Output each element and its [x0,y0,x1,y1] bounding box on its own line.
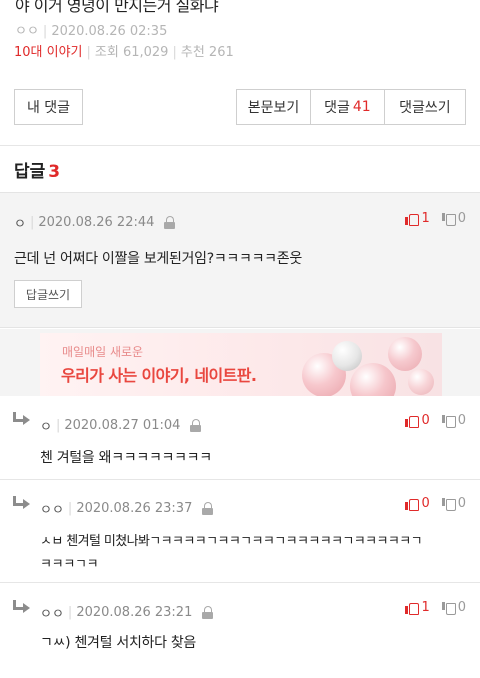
replies-label: 답글 [14,162,46,182]
ad-area: 매일매일 새로운 우리가 사는 이야기, 네이트판. [0,329,480,396]
post-stats: 10대 이야기 | 조회 61,029 | 추천 261 [14,45,234,60]
comment-text: ㅅㅂ 첸겨털 미쳤나봐ㄱㅋㅋㅋㅋㄱㅋㅋㄱㅋㅋㄱㅋㅋㅋㅋㅋㄱㅋㅋㅋㅋㅋㄱ [40,534,423,549]
pearl-decoration [388,337,422,371]
ad-subtitle: 매일매일 새로운 [62,345,144,359]
comment-author: ㅇ [40,420,52,435]
post-date: 2020.08.26 02:35 [51,24,168,39]
comment-author: ㅇㅇ [40,503,64,518]
thumbs-down-icon [441,497,456,511]
write-reply-button[interactable]: 답글쓰기 [14,280,82,308]
lock-icon[interactable] [202,606,214,619]
thumbs-up-icon [405,213,420,226]
post-category[interactable]: 10대 이야기 [14,45,83,60]
comment-date: 2020.08.26 23:21 [76,605,193,620]
downvote-count: 0 [457,211,466,226]
comment-meta: ㅇ | 2020.08.26 22:44 [14,213,176,232]
post-meta: ㅇㅇ | 2020.08.26 02:35 [15,24,168,39]
comment-text: ㄱㅆ) 첸겨털 서치하다 찾음 [40,635,196,651]
comment-text: 첸 겨털을 왜ㅋㅋㅋㅋㅋㅋㅋㅋ [40,450,212,466]
likes-count: 261 [208,45,234,60]
comments-button[interactable]: 댓글 41 [311,90,385,124]
comment-date: 2020.08.27 01:04 [64,418,181,433]
thumbs-up-icon [405,498,420,511]
downvote-button[interactable]: 0 [441,413,466,428]
comment-author: ㅇㅇ [40,607,64,622]
upvote-button[interactable]: 0 [405,496,430,511]
thumbs-up-icon [405,415,420,428]
pearl-decoration [332,341,362,371]
ad-headline: 우리가 사는 이야기, 네이트판. [61,366,257,385]
post-author: ㅇㅇ [15,24,39,39]
reply-arrow-icon [13,496,31,510]
thumbs-down-icon [441,212,456,226]
comment-actions: 본문보기 댓글 41 댓글쓰기 [236,89,466,125]
comments-count: 41 [352,99,371,115]
downvote-count: 0 [457,600,466,615]
downvote-count: 0 [457,496,466,511]
lock-icon[interactable] [202,502,214,515]
likes-label: 추천 [180,45,205,60]
upvote-button[interactable]: 1 [405,600,430,615]
post-header: 야 이거 영녕이 만지는거 실화냐 ㅇㅇ | 2020.08.26 02:35 10… [0,0,480,146]
views-label: 조회 [94,45,119,60]
downvote-count: 0 [457,413,466,428]
comment-meta: ㅇ | 2020.08.27 01:04 [40,416,202,435]
thumbs-down-icon [441,414,456,428]
reply-item: ㅇ | 2020.08.27 01:04 0 0 첸 겨털을 왜ㅋㅋㅋㅋㅋㅋㅋㅋ [0,397,480,480]
comment-text: 근데 넌 어쩌다 이짤을 보게된거임?ㅋㅋㅋㅋㅋ존웃 [14,251,302,267]
comment-meta: ㅇㅇ | 2020.08.26 23:37 [40,499,214,518]
lock-icon[interactable] [164,216,176,229]
vote-box: 0 0 [405,496,466,511]
replies-count: 3 [48,162,61,182]
upvote-button[interactable]: 1 [405,211,430,226]
reply-arrow-icon [13,412,31,426]
upvote-count: 1 [421,600,430,615]
ad-banner[interactable]: 매일매일 새로운 우리가 사는 이야기, 네이트판. [40,333,442,396]
comment-text-line2: ㅋㅋㅋㄱㅋ [40,557,99,572]
write-comment-button[interactable]: 댓글쓰기 [385,90,465,124]
vote-box: 1 0 [405,211,466,226]
thumbs-up-icon [405,602,420,615]
reply-arrow-icon [13,600,31,614]
upvote-count: 0 [421,413,430,428]
view-post-button[interactable]: 본문보기 [237,90,311,124]
post-title: 야 이거 영녕이 만지는거 실화냐 [15,0,219,15]
views-count: 61,029 [122,45,169,60]
vote-box: 0 0 [405,413,466,428]
thumbs-down-icon [441,601,456,615]
downvote-button[interactable]: 0 [441,211,466,226]
upvote-count: 1 [421,211,430,226]
my-comments-button[interactable]: 내 댓글 [14,89,83,125]
upvote-button[interactable]: 0 [405,413,430,428]
reply-item: ㅇㅇ | 2020.08.26 23:21 1 0 ㄱㅆ) 첸겨털 서치하다 찾음 [0,584,480,678]
comment-date: 2020.08.26 22:44 [38,215,155,230]
comments-label: 댓글 [324,100,350,116]
comment-meta: ㅇㅇ | 2020.08.26 23:21 [40,603,214,622]
parent-comment: ㅇ | 2020.08.26 22:44 1 0 근데 넌 어쩌다 이짤을 보게된거… [0,192,480,328]
pearl-decoration [408,369,434,395]
downvote-button[interactable]: 0 [441,496,466,511]
reply-item: ㅇㅇ | 2020.08.26 23:37 0 0 ㅅㅂ 첸겨털 미쳤나봐ㄱㅋㅋㅋㅋ… [0,481,480,583]
replies-heading: 답글 3 [14,157,60,182]
comment-author: ㅇ [14,217,26,232]
comment-date: 2020.08.26 23:37 [76,501,193,516]
vote-box: 1 0 [405,600,466,615]
upvote-count: 0 [421,496,430,511]
downvote-button[interactable]: 0 [441,600,466,615]
lock-icon[interactable] [190,419,202,432]
pearl-decoration [350,363,396,396]
